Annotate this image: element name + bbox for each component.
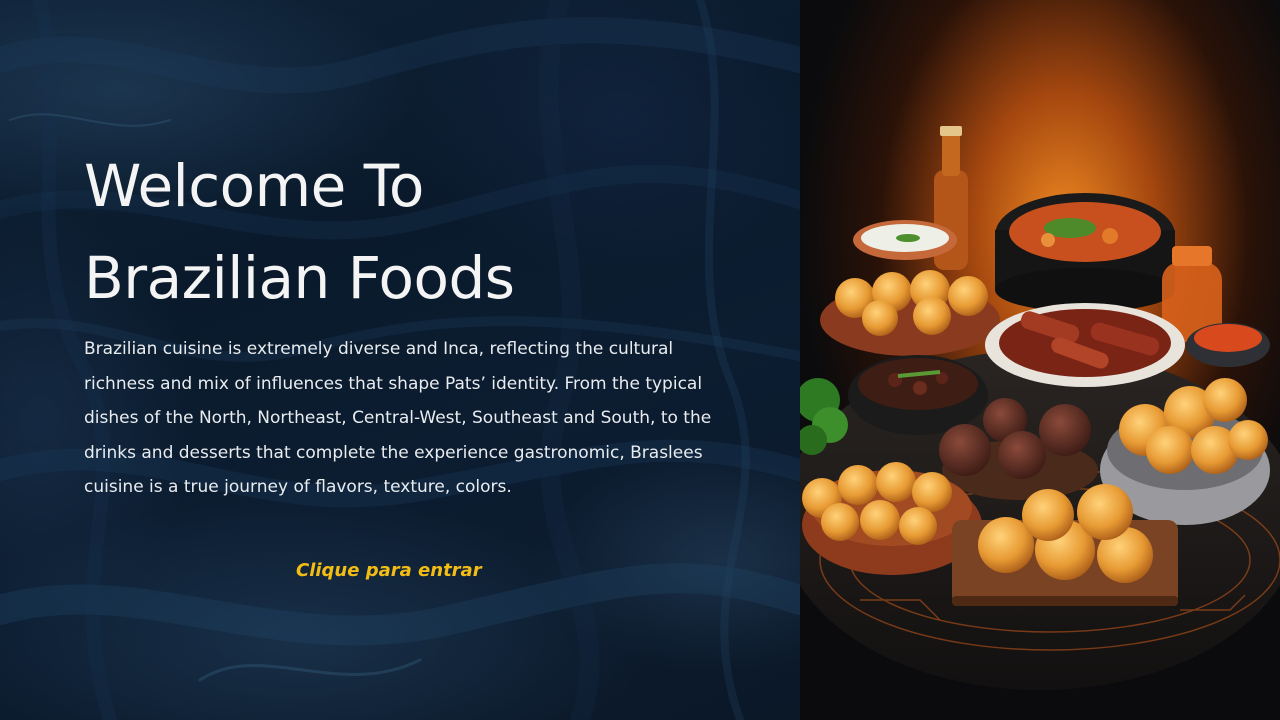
title-line-1: Welcome To	[84, 152, 424, 220]
food-illustration	[800, 0, 1280, 720]
intro-paragraph: Brazilian cuisine is extremely diverse a…	[84, 339, 712, 497]
page-title: Welcome To Brazilian Foods	[84, 140, 704, 324]
welcome-slide: Welcome To Brazilian Foods Brazilian cui…	[0, 0, 1280, 720]
food-image	[800, 0, 1280, 720]
marble-background: Welcome To Brazilian Foods Brazilian cui…	[0, 0, 800, 720]
enter-button[interactable]: Clique para entrar	[296, 560, 482, 581]
title-line-2: Brazilian Foods	[84, 244, 515, 312]
